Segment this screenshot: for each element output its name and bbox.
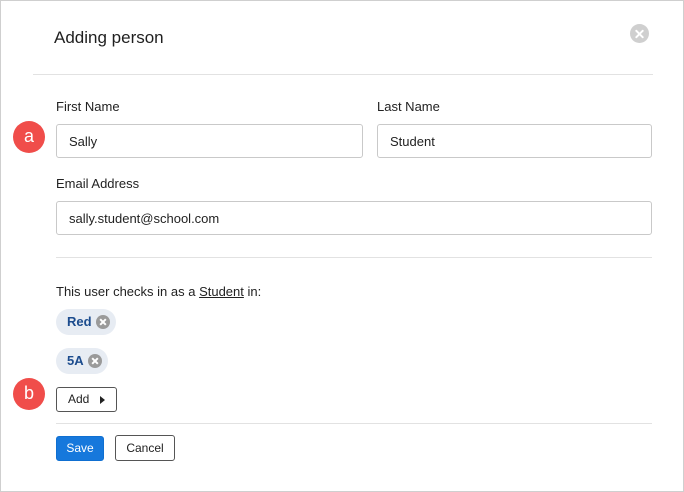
checkin-suffix: in: — [243, 284, 262, 299]
last-name-input[interactable] — [377, 124, 652, 158]
group-tag-label: 5A — [67, 353, 84, 368]
add-button-label: Add — [68, 392, 90, 406]
adding-person-dialog: Adding person First Name Last Name a Ema… — [0, 0, 684, 492]
cancel-button[interactable]: Cancel — [115, 435, 175, 461]
save-button[interactable]: Save — [56, 436, 104, 461]
checkin-prefix: This user checks in as a — [56, 284, 200, 299]
email-label: Email Address — [56, 176, 140, 191]
marker-a: a — [13, 121, 45, 153]
group-tag-label: Red — [67, 314, 92, 329]
group-tag-5a: 5A — [56, 348, 108, 374]
caret-right-icon — [100, 396, 105, 404]
remove-tag-icon[interactable] — [95, 315, 110, 329]
header-divider — [33, 74, 653, 75]
dialog-title: Adding person — [54, 28, 164, 47]
role-link[interactable]: Student — [199, 284, 244, 299]
close-icon[interactable] — [630, 24, 649, 43]
section-divider — [56, 257, 652, 258]
email-input[interactable] — [56, 201, 652, 235]
marker-b: b — [13, 378, 45, 410]
footer-divider — [56, 423, 652, 424]
last-name-label: Last Name — [377, 99, 440, 114]
first-name-input[interactable] — [56, 124, 363, 158]
first-name-label: First Name — [56, 99, 120, 114]
checkin-description: This user checks in as a Student in: — [56, 284, 261, 299]
remove-tag-icon[interactable] — [87, 354, 102, 368]
add-group-button[interactable]: Add — [56, 387, 117, 412]
group-tag-red: Red — [56, 309, 116, 335]
